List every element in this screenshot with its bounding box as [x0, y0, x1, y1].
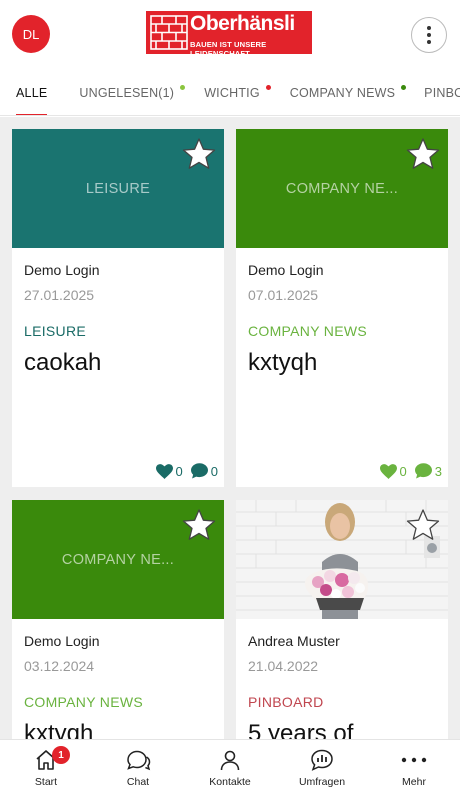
nav-label: Umfragen: [298, 776, 346, 788]
tab-label: COMPANY NEWS: [289, 85, 396, 100]
card-stats: 0 3: [372, 463, 442, 479]
nav-start[interactable]: 1 Start: [0, 740, 92, 800]
banner-label: COMPANY NE...: [285, 180, 399, 197]
logo-brand: Oberhänsli: [190, 12, 295, 35]
nav-mehr[interactable]: Mehr: [368, 740, 460, 800]
card-photo: [236, 500, 448, 619]
card-banner: COMPANY NE...: [12, 500, 224, 619]
banner-label: LEISURE: [85, 180, 151, 197]
heart-icon: [379, 463, 397, 479]
nav-label: Mehr: [402, 776, 426, 788]
star-icon[interactable]: [406, 137, 440, 171]
card-category: LEISURE: [24, 323, 87, 339]
avatar[interactable]: DL: [12, 15, 50, 53]
card-author: Andrea Muster: [248, 633, 340, 649]
chat-icon: [127, 750, 151, 771]
company-news-dot: [401, 85, 407, 90]
card-date: 03.12.2024: [24, 658, 95, 674]
news-card[interactable]: COMPANY NE... Demo Login 07.01.2025 COMP…: [236, 129, 448, 487]
card-banner: COMPANY NE...: [236, 129, 448, 248]
bottom-navigation: 1 Start Chat Kontakte Umfragen Mehr: [0, 739, 460, 800]
company-logo: Oberhänsli BAUEN IST UNSERE LEIDENSCHAFT: [146, 11, 312, 58]
news-card[interactable]: LEISURE Demo Login 27.01.2025 LEISURE ca…: [12, 129, 224, 487]
likes-count[interactable]: 0: [155, 463, 183, 479]
card-date: 21.04.2022: [248, 658, 319, 674]
card-banner: LEISURE: [12, 129, 224, 248]
star-icon[interactable]: [406, 508, 440, 542]
app-header: DL Oberhänsli BAUEN IST UNSERE LEIDENSCH…: [0, 0, 460, 70]
star-icon[interactable]: [182, 508, 216, 542]
likes-count[interactable]: 0: [379, 463, 407, 479]
nav-kontakte[interactable]: Kontakte: [184, 740, 276, 800]
unread-dot: [180, 85, 186, 90]
nav-label: Kontakte: [209, 776, 251, 788]
important-dot: [265, 85, 271, 90]
comments-count[interactable]: 0: [190, 463, 218, 479]
news-feed[interactable]: LEISURE Demo Login 27.01.2025 LEISURE ca…: [0, 117, 460, 739]
logo-tagline: BAUEN IST UNSERE LEIDENSCHAFT: [190, 40, 267, 58]
tab-alle[interactable]: ALLE: [16, 70, 48, 115]
comment-icon: [190, 463, 208, 479]
banner-label: COMPANY NE...: [61, 551, 175, 568]
more-menu-button[interactable]: [411, 17, 447, 53]
nav-label: Chat: [126, 776, 150, 788]
star-icon[interactable]: [182, 137, 216, 171]
card-title: kxtyqh: [24, 720, 94, 739]
nav-label: Start: [34, 776, 58, 788]
card-author: Demo Login: [24, 633, 100, 649]
more-horizontal-icon: [401, 757, 427, 763]
filter-tabs: ALLE UNGELESEN(1) WICHTIG COMPANY NEWS P…: [0, 70, 460, 116]
heart-icon: [155, 463, 173, 479]
more-vertical-icon: [427, 26, 431, 44]
tab-pinboard[interactable]: PINBOARD: [424, 70, 460, 115]
card-title: kxtyqh: [248, 349, 318, 376]
card-author: Demo Login: [24, 262, 100, 278]
card-category: COMPANY NEWS: [248, 323, 367, 339]
card-title: caokah: [24, 349, 102, 376]
news-card[interactable]: Andrea Muster 21.04.2022 PINBOARD 5 year…: [236, 500, 448, 739]
card-category: COMPANY NEWS: [24, 694, 143, 710]
contacts-icon: [220, 750, 240, 771]
card-category: PINBOARD: [248, 694, 324, 710]
card-date: 07.01.2025: [248, 287, 319, 303]
nav-chat[interactable]: Chat: [92, 740, 184, 800]
tab-label: UNGELESEN(1): [79, 85, 175, 100]
notification-badge: 1: [52, 746, 70, 764]
comments-count[interactable]: 3: [414, 463, 442, 479]
tab-wichtig[interactable]: WICHTIG: [204, 70, 271, 115]
comment-icon: [414, 463, 432, 479]
card-stats: 0 0: [148, 463, 218, 479]
card-title: 5 years of: [248, 720, 354, 739]
tab-label: PINBOARD: [424, 85, 460, 100]
tab-company-news[interactable]: COMPANY NEWS: [289, 70, 407, 115]
tab-label: WICHTIG: [204, 85, 260, 100]
tab-ungelesen[interactable]: UNGELESEN(1): [79, 70, 186, 115]
brick-wall-icon: [150, 15, 188, 50]
tab-label: ALLE: [16, 85, 48, 100]
polls-icon: [311, 749, 333, 771]
news-card[interactable]: COMPANY NE... Demo Login 03.12.2024 COMP…: [12, 500, 224, 739]
card-author: Demo Login: [248, 262, 324, 278]
card-date: 27.01.2025: [24, 287, 95, 303]
nav-umfragen[interactable]: Umfragen: [276, 740, 368, 800]
